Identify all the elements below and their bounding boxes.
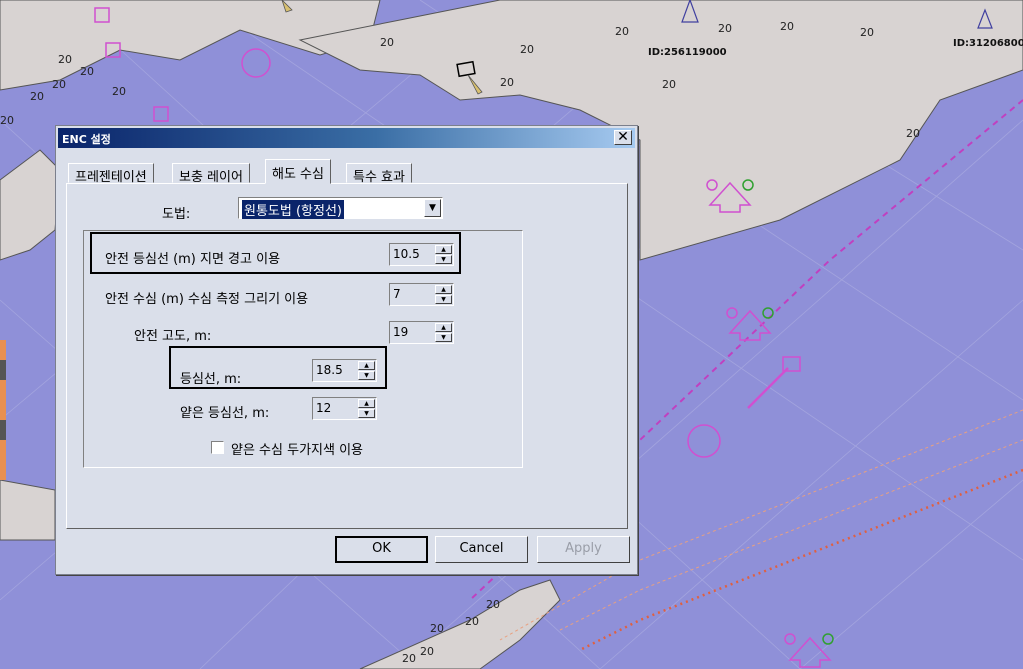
close-icon: ✕	[617, 129, 629, 145]
projection-select[interactable]: 원통도법 (항정선) ▼	[238, 197, 443, 219]
spin-down-icon[interactable]: ▼	[435, 333, 452, 342]
safety-contour-stepper[interactable]: 10.5 ▲ ▼	[389, 243, 454, 266]
depth-label: 20	[52, 78, 66, 91]
depth-label: 20	[520, 43, 534, 56]
spin-up-icon[interactable]: ▲	[435, 245, 452, 254]
tab-special-effects[interactable]: 특수 효과	[346, 163, 412, 185]
cancel-button[interactable]: Cancel	[435, 536, 528, 563]
depth-label: 20	[80, 65, 94, 78]
enc-settings-dialog: ENC 설정 ✕ 프레젠테이션 보충 레이어 해도 수심 특수 효과 도법: 원…	[55, 125, 638, 575]
depth-label: 20	[30, 90, 44, 103]
safety-depth-label: 안전 수심 (m) 수심 측정 그리기 이용	[105, 292, 309, 307]
spin-down-icon[interactable]: ▼	[358, 409, 375, 418]
shallow-contour-value: 12	[316, 401, 332, 415]
depth-label: 20	[906, 127, 920, 140]
depth-label: 20	[58, 53, 72, 66]
spin-up-icon[interactable]: ▲	[358, 399, 375, 408]
depth-label: 20	[465, 615, 479, 628]
tab-presentation[interactable]: 프레젠테이션	[68, 163, 154, 185]
spin-down-icon[interactable]: ▼	[435, 255, 452, 264]
tab-label: 해도 수심	[272, 167, 324, 182]
contour-label: 등심선, m:	[180, 372, 242, 387]
depth-label: 20	[500, 76, 514, 89]
depth-label: 20	[615, 25, 629, 38]
spin-down-icon[interactable]: ▼	[358, 371, 375, 380]
dialog-titlebar[interactable]: ENC 설정 ✕	[58, 128, 635, 148]
spin-up-icon[interactable]: ▲	[435, 285, 452, 294]
two-color-shallow-checkbox[interactable]	[211, 441, 224, 454]
safety-depth-stepper[interactable]: 7 ▲ ▼	[389, 283, 454, 306]
depth-label: 20	[486, 598, 500, 611]
shallow-contour-stepper[interactable]: 12 ▲ ▼	[312, 397, 377, 420]
dialog-title: ENC 설정	[62, 133, 111, 146]
depth-label: 20	[430, 622, 444, 635]
spin-down-icon[interactable]: ▼	[435, 295, 452, 304]
two-color-shallow-label[interactable]: 얕은 수심 두가지색 이용	[231, 439, 363, 458]
contour-stepper[interactable]: 18.5 ▲ ▼	[312, 359, 377, 382]
depth-label: 20	[380, 36, 394, 49]
depth-label: 20	[780, 20, 794, 33]
tab-supplementary-layers[interactable]: 보충 레이어	[172, 163, 250, 185]
vessel-id-label: ID:312068000	[953, 38, 1023, 49]
chevron-down-icon[interactable]: ▼	[424, 199, 441, 217]
spin-up-icon[interactable]: ▲	[358, 361, 375, 370]
shallow-contour-label: 얕은 등심선, m:	[180, 406, 270, 421]
ok-button[interactable]: OK	[335, 536, 428, 563]
close-button[interactable]: ✕	[614, 130, 632, 145]
safety-depth-value: 7	[393, 287, 401, 301]
depth-label: 20	[718, 22, 732, 35]
depth-label: 20	[0, 114, 14, 127]
safety-height-stepper[interactable]: 19 ▲ ▼	[389, 321, 454, 344]
depth-label: 20	[112, 85, 126, 98]
depth-label: 20	[420, 645, 434, 658]
depth-label: 20	[860, 26, 874, 39]
safety-height-label: 안전 고도, m:	[134, 329, 212, 344]
safety-contour-label: 안전 등심선 (m) 지면 경고 이용	[105, 252, 281, 267]
contour-value: 18.5	[316, 363, 343, 377]
depth-label: 20	[662, 78, 676, 91]
vessel-id-label: ID:256119000	[648, 47, 727, 58]
tab-chart-depth[interactable]: 해도 수심	[265, 159, 331, 184]
projection-value: 원통도법 (항정선)	[242, 200, 344, 219]
depth-label: 20	[402, 652, 416, 665]
apply-button[interactable]: Apply	[537, 536, 630, 563]
spin-up-icon[interactable]: ▲	[435, 323, 452, 332]
projection-label: 도법:	[162, 207, 191, 222]
safety-contour-value: 10.5	[393, 247, 420, 261]
safety-height-value: 19	[393, 325, 409, 339]
